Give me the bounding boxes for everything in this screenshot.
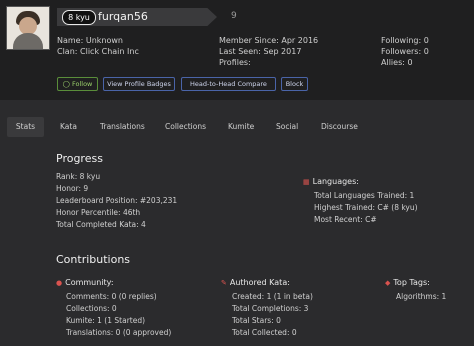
last-seen: Last Seen: Sep 2017 [219,47,302,56]
view-badges-button[interactable]: View Profile Badges [103,77,175,91]
rank-badge: 8 kyu [62,10,96,25]
allies-count[interactable]: Allies: 0 [381,58,413,68]
progress-honor: Honor: 9 [56,184,89,193]
languages-icon: ▦ [303,178,310,186]
languages-title: ▦ Languages: [303,177,359,186]
name-field: Name: Unknown [57,36,123,45]
authored-stars: Total Stars: 0 [232,316,281,325]
top-tags-title: ◆ Top Tags: [385,278,430,287]
tab-kumite[interactable]: Kumite [228,117,254,137]
authored-collected: Total Collected: 0 [232,328,297,337]
profile-tabs: Stats Kata Translations Collections Kumi… [0,117,474,137]
contributions-title: Contributions [56,253,131,266]
total-completed-kata: Total Completed Kata: 4 [56,220,146,229]
tab-translations[interactable]: Translations [100,117,145,137]
followers-count[interactable]: Followers: 0 [381,47,429,57]
community-translations: Translations: 0 (0 approved) [66,328,172,337]
clan-field: Clan: Click Chain Inc [57,47,139,56]
honor-percentile: Honor Percentile: 46th [56,208,141,217]
tab-kata[interactable]: Kata [60,117,77,137]
leaderboard-position: Leaderboard Position: #203,231 [56,196,178,205]
most-recent: Most Recent: C# [314,215,377,224]
profiles-field: Profiles: [219,58,251,67]
tab-collections[interactable]: Collections [165,117,206,137]
community-icon: ● [56,279,63,287]
tab-stats[interactable]: Stats [7,117,44,137]
authored-kata-icon: ✎ [221,279,227,287]
member-since: Member Since: Apr 2016 [219,36,319,45]
authored-created: Created: 1 (1 in beta) [232,292,313,301]
authored-kata-title: ✎ Authored Kata: [221,278,290,287]
community-comments: Comments: 0 (0 replies) [66,292,157,301]
following-count[interactable]: Following: 0 [381,36,429,46]
tab-discourse[interactable]: Discourse [321,117,358,137]
authored-completions: Total Completions: 3 [232,304,309,313]
honor-count: 9 [231,11,237,21]
profile-header: 8 kyu furqan56 9 Name: Unknown Clan: Cli… [0,0,474,100]
languages-trained: Total Languages Trained: 1 [314,191,415,200]
progress-title: Progress [56,152,103,165]
tag-algorithms: Algorithms: 1 [396,292,447,301]
head-to-head-button[interactable]: Head-to-Head Compare [181,77,276,91]
community-title: ● Community: [56,278,114,287]
follow-button[interactable]: ◯ Follow [57,77,98,91]
community-collections: Collections: 0 [66,304,117,313]
tab-social[interactable]: Social [276,117,298,137]
block-button[interactable]: Block [281,77,308,91]
community-kumite: Kumite: 1 (1 Started) [66,316,146,325]
avatar[interactable] [6,6,50,50]
follow-icon: ◯ [62,80,70,88]
highest-trained: Highest Trained: C# (8 kyu) [314,203,418,212]
username: furqan56 [98,10,148,23]
tag-icon: ◆ [385,279,391,287]
progress-rank: Rank: 8 kyu [56,172,101,181]
